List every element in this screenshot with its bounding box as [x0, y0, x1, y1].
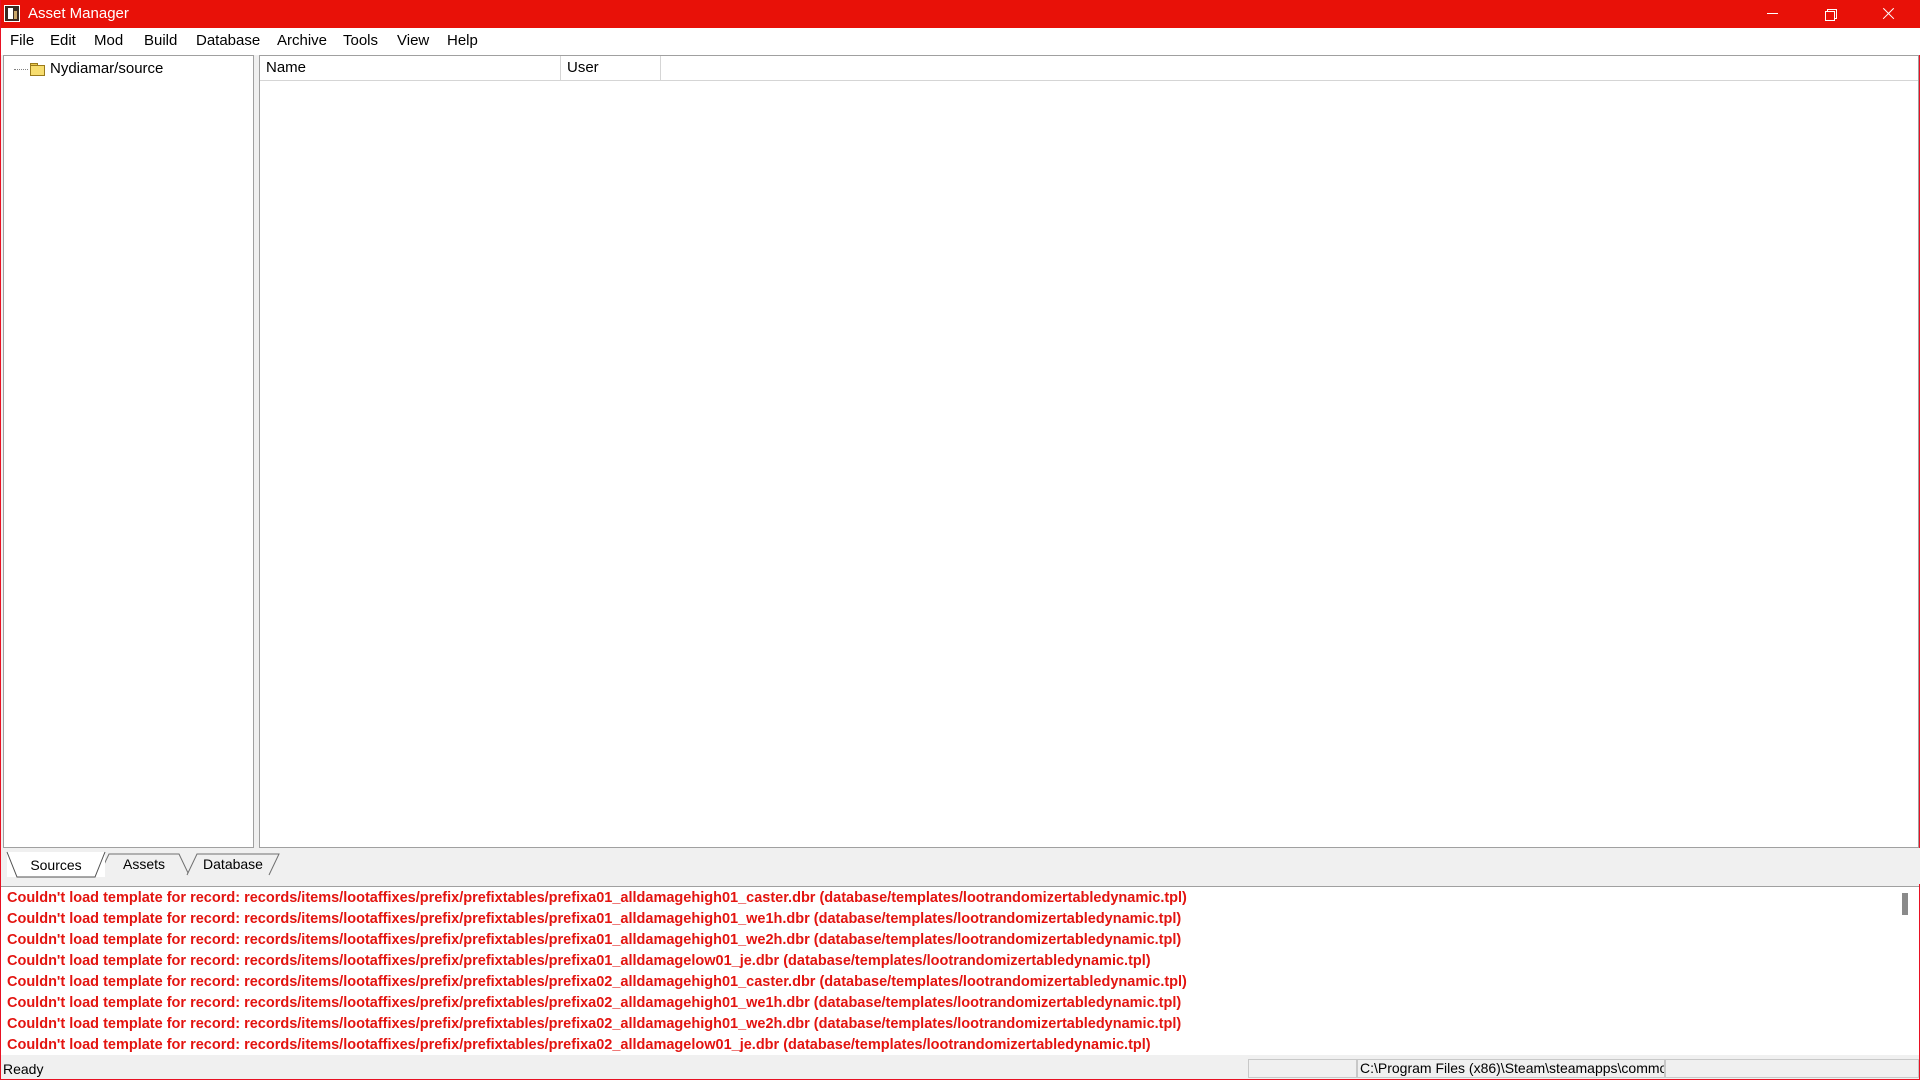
menu-help[interactable]: Help	[447, 32, 478, 50]
log-line: Couldn't load template for record: recor…	[7, 1037, 1151, 1053]
asset-list[interactable]: Name User	[259, 55, 1919, 848]
log-line: Couldn't load template for record: recor…	[7, 932, 1182, 948]
menu-archive[interactable]: Archive	[277, 32, 327, 50]
menu-file[interactable]: File	[10, 32, 34, 50]
folder-icon	[30, 63, 45, 76]
asset-manager-icon[interactable]	[4, 5, 20, 22]
log-line: Couldn't load template for record: recor…	[7, 911, 1182, 927]
log-scrollbar-thumb[interactable]	[1902, 893, 1908, 915]
tab-sources-label: Sources	[30, 857, 82, 873]
log-line: Couldn't load template for record: recor…	[7, 890, 1187, 906]
restore-button[interactable]	[1801, 0, 1859, 28]
menu-bar: File Edit Mod Build Database Archive Too…	[1, 28, 1920, 55]
title-bar[interactable]: Asset Manager	[1, 0, 1920, 28]
tab-assets-label: Assets	[122, 856, 165, 872]
log-line: Couldn't load template for record: recor…	[7, 995, 1182, 1011]
minimize-button[interactable]	[1743, 0, 1801, 28]
status-panel-path: C:\Program Files (x86)\Steam\steamapps\c…	[1357, 1059, 1665, 1078]
asset-manager-window: Asset Manager File Edit Mod Build Databa…	[0, 0, 1920, 1080]
log-line: Couldn't load template for record: recor…	[7, 1016, 1182, 1032]
menu-tools[interactable]: Tools	[343, 32, 378, 50]
tree-node-label: Nydiamar/source	[50, 60, 164, 77]
menu-database[interactable]: Database	[196, 32, 260, 50]
tab-database[interactable]: Database	[186, 853, 280, 876]
status-text: Ready	[3, 1061, 44, 1077]
column-header-user[interactable]: User	[561, 56, 661, 80]
log-line: Couldn't load template for record: recor…	[7, 953, 1151, 969]
sources-tree[interactable]: Nydiamar/source	[3, 55, 254, 848]
menu-edit[interactable]: Edit	[50, 32, 76, 50]
menu-build[interactable]: Build	[144, 32, 177, 50]
output-log[interactable]: Couldn't load template for record: recor…	[1, 886, 1919, 1055]
window-title: Asset Manager	[28, 5, 129, 22]
close-button[interactable]	[1859, 0, 1917, 28]
tree-node-source-root[interactable]: Nydiamar/source	[14, 60, 163, 78]
tab-sources[interactable]: Sources	[6, 851, 106, 878]
column-header-name[interactable]: Name	[260, 56, 561, 80]
menu-mod[interactable]: Mod	[94, 32, 123, 50]
tree-connector	[14, 68, 28, 70]
status-bar: Ready C:\Program Files (x86)\Steam\steam…	[1, 1057, 1919, 1079]
list-header: Name User	[260, 56, 1918, 81]
log-line: Couldn't load template for record: recor…	[7, 974, 1187, 990]
tab-database-label: Database	[203, 856, 263, 872]
menu-view[interactable]: View	[397, 32, 429, 50]
tab-strip: Assets Database Sources	[1, 848, 1920, 884]
tab-assets[interactable]: Assets	[98, 853, 190, 876]
status-panel-1	[1248, 1059, 1357, 1078]
status-panel-3	[1665, 1059, 1919, 1078]
